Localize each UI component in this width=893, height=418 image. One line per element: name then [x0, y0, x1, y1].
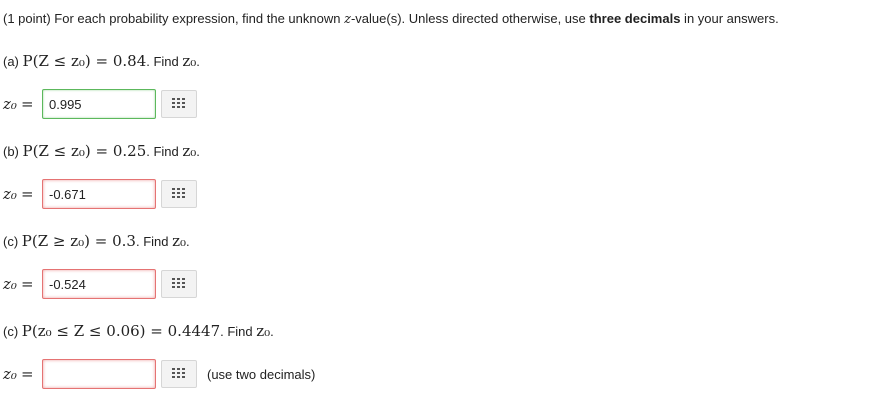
question-label: (c) — [3, 234, 22, 249]
equation-palette-button-d[interactable] — [161, 360, 197, 388]
answer-input-b[interactable] — [42, 179, 156, 209]
question-expression: P(z₀ ≤ Z ≤ 0.06) = 0.4447 — [21, 322, 221, 340]
equals-sign: = — [21, 275, 34, 293]
question-a: (a) P(Z ≤ z₀) = 0.84. Find z₀. — [3, 52, 200, 70]
answer-input-d[interactable] — [42, 359, 156, 389]
problem-intro: (1 point) For each probability expressio… — [3, 11, 779, 27]
question-find: . Find — [146, 54, 183, 69]
question-expression: P(Z ≤ z₀) = 0.25 — [22, 142, 147, 160]
equation-palette-button-a[interactable] — [161, 90, 197, 118]
answer-label: z₀ — [3, 95, 17, 113]
equals-sign: = — [21, 95, 34, 113]
question-find: . Find — [220, 324, 257, 339]
equation-palette-icon — [172, 368, 185, 378]
question-find: . Find — [135, 234, 173, 249]
question-c: (c) P(Z ≥ z₀) = 0.3. Find z₀. — [3, 232, 190, 250]
answer-label: z₀ — [3, 185, 17, 203]
question-label: (a) — [3, 54, 23, 69]
answer-row-a: z₀ = — [3, 89, 197, 119]
answer-input-a[interactable] — [42, 89, 156, 119]
equation-palette-button-b[interactable] — [161, 180, 197, 208]
equation-palette-button-c[interactable] — [161, 270, 197, 298]
question-label: (b) — [3, 144, 23, 159]
question-d: (c) P(z₀ ≤ Z ≤ 0.06) = 0.4447. Find z₀. — [3, 322, 274, 340]
question-label: (c) — [3, 324, 22, 339]
intro-bold: three decimals — [589, 11, 681, 26]
answer-row-d: z₀ = (use two decimals) — [3, 359, 316, 389]
decimals-hint: (use two decimals) — [207, 366, 316, 382]
question-find-variable: z₀ — [256, 322, 271, 340]
answer-row-c: z₀ = — [3, 269, 197, 299]
answer-input-c[interactable] — [42, 269, 156, 299]
equation-palette-icon — [172, 98, 185, 108]
answer-row-b: z₀ = — [3, 179, 197, 209]
question-find: . Find — [146, 144, 183, 159]
equation-palette-icon — [172, 278, 185, 288]
question-find-variable: z₀ — [182, 52, 197, 70]
equals-sign: = — [21, 185, 34, 203]
intro-middle: -value(s). Unless directed otherwise, us… — [350, 11, 590, 26]
question-b: (b) P(Z ≤ z₀) = 0.25. Find z₀. — [3, 142, 200, 160]
equation-palette-icon — [172, 188, 185, 198]
intro-suffix: in your answers. — [680, 11, 779, 26]
intro-variable: z — [344, 12, 351, 27]
answer-label: z₀ — [3, 365, 17, 383]
answer-label: z₀ — [3, 275, 17, 293]
intro-prefix: (1 point) For each probability expressio… — [3, 11, 345, 26]
question-expression: P(Z ≥ z₀) = 0.3 — [21, 232, 136, 250]
question-find-variable: z₀ — [182, 142, 197, 160]
question-find-variable: z₀ — [172, 232, 187, 250]
question-expression: P(Z ≤ z₀) = 0.84 — [22, 52, 147, 70]
equals-sign: = — [21, 365, 34, 383]
